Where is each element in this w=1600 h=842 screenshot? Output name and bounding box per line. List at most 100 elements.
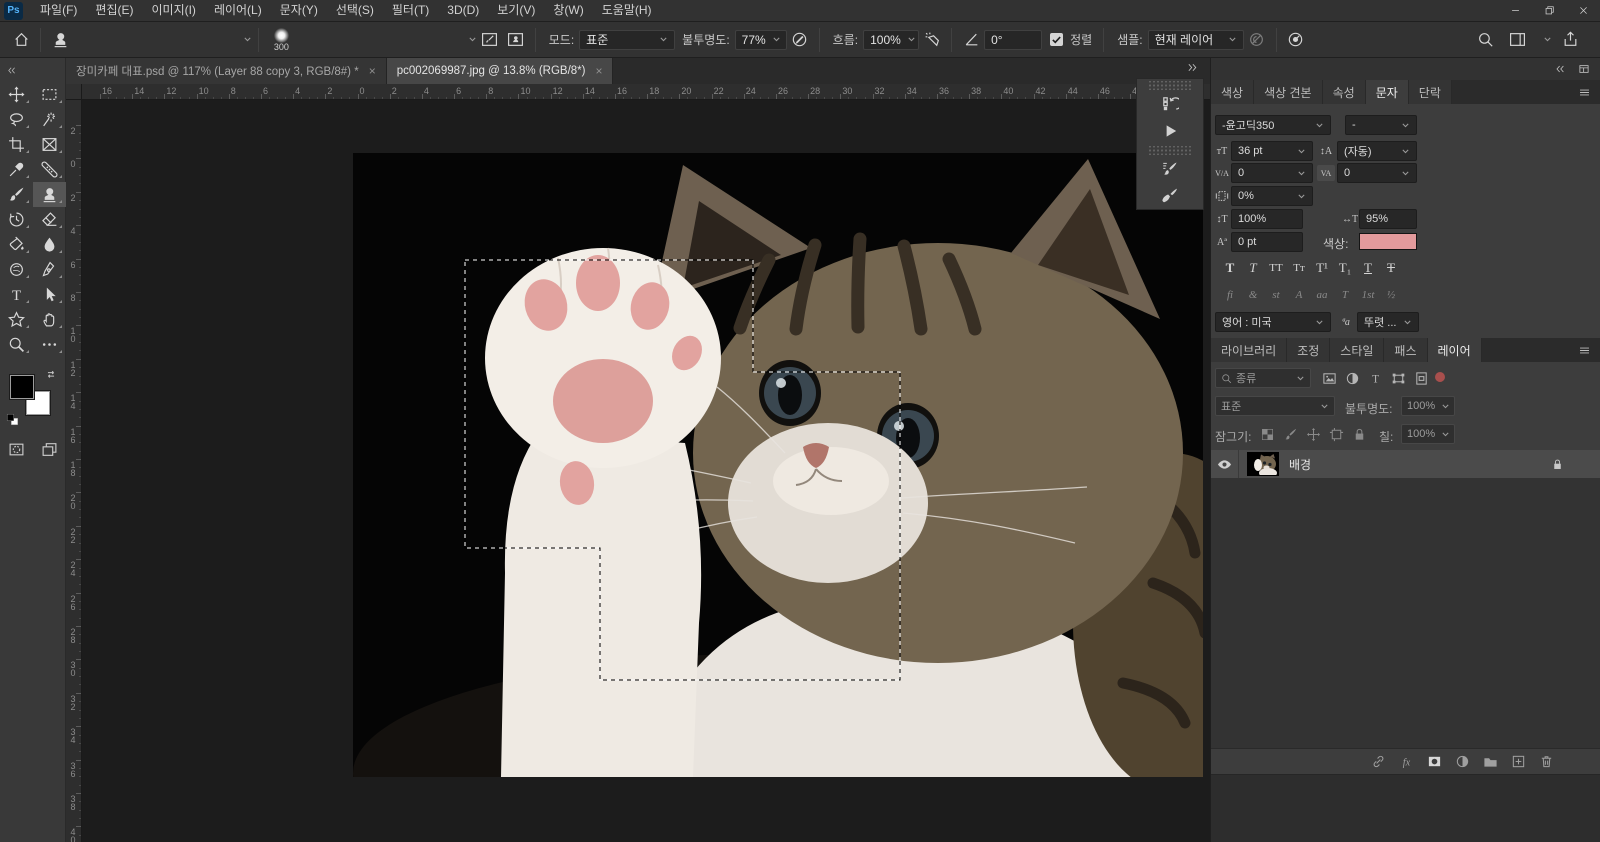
mode-select[interactable]: 표준: [579, 30, 675, 50]
tab-라이브러리[interactable]: 라이브러리: [1211, 338, 1287, 362]
menu-item-8[interactable]: 3D(D): [438, 3, 488, 17]
layer-opacity-field[interactable]: 100%: [1401, 396, 1455, 416]
quick-mask-icon[interactable]: [0, 437, 33, 461]
tab-단락[interactable]: 단락: [1409, 80, 1452, 104]
opacity-field[interactable]: 77%: [735, 30, 787, 50]
brushes-panel-icon[interactable]: [1137, 182, 1203, 209]
baseline-shift-field[interactable]: 0 pt: [1231, 232, 1303, 252]
contextual-alternates-button[interactable]: &: [1242, 285, 1264, 305]
tab-색상[interactable]: 색상: [1211, 80, 1254, 104]
history-brush-tool[interactable]: [0, 207, 33, 232]
swash-button[interactable]: A: [1288, 285, 1310, 305]
layer-filter-select[interactable]: 종류: [1215, 368, 1311, 388]
tab-스타일[interactable]: 스타일: [1330, 338, 1384, 362]
faux-bold-button[interactable]: T: [1219, 258, 1241, 278]
ligatures-button[interactable]: fi: [1219, 285, 1241, 305]
kerning-select[interactable]: 0: [1231, 163, 1313, 183]
toggle-brush-settings-icon[interactable]: [477, 27, 503, 53]
font-family-select[interactable]: -윤고딕350: [1215, 115, 1331, 135]
home-button[interactable]: [8, 27, 34, 53]
ignore-adjustment-layers-icon[interactable]: [1244, 27, 1270, 53]
selection-marquee[interactable]: [353, 153, 1203, 777]
all-caps-button[interactable]: TT: [1265, 258, 1287, 278]
filter-shape-icon[interactable]: [1388, 368, 1408, 388]
more-tools[interactable]: [33, 332, 66, 357]
filter-smart-icon[interactable]: [1411, 368, 1431, 388]
chevron-down-icon[interactable]: [237, 35, 252, 44]
language-select[interactable]: 영어 : 미국: [1215, 312, 1331, 332]
horizontal-ruler[interactable]: 1614121086420246810121416182022242628303…: [82, 84, 1210, 100]
underline-button[interactable]: T: [1357, 258, 1379, 278]
chevron-down-icon[interactable]: [462, 35, 477, 44]
filter-toggle-icon[interactable]: [1435, 372, 1445, 382]
brush-small-icon[interactable]: [1280, 424, 1300, 444]
panel-grip[interactable]: [1149, 81, 1191, 90]
hand-tool[interactable]: [33, 307, 66, 332]
default-colors-icon[interactable]: [6, 413, 19, 426]
tab-문자[interactable]: 문자: [1366, 80, 1409, 104]
small-caps-button[interactable]: Tᴛ: [1288, 258, 1310, 278]
new-layer-icon[interactable]: [1510, 754, 1526, 770]
tab-속성[interactable]: 속성: [1323, 80, 1366, 104]
panel-grip[interactable]: [1149, 146, 1191, 155]
tab-close-icon[interactable]: ×: [369, 65, 376, 77]
blur-tool[interactable]: [33, 232, 66, 257]
mask-icon[interactable]: [1426, 754, 1442, 770]
link-icon[interactable]: [1370, 754, 1386, 770]
tile-view-icon[interactable]: [1578, 63, 1590, 75]
filter-image-icon[interactable]: [1319, 368, 1339, 388]
path-select-tool[interactable]: [33, 282, 66, 307]
fractions-button[interactable]: ½: [1380, 285, 1402, 305]
align-checkbox[interactable]: [1050, 33, 1063, 46]
menu-item-10[interactable]: 창(W): [544, 3, 592, 17]
subscript-button[interactable]: T₁: [1334, 258, 1356, 278]
menu-item-11[interactable]: 도움말(H): [593, 3, 661, 17]
stylistic-alternates-button[interactable]: aa: [1311, 285, 1333, 305]
blend-mode-select[interactable]: 표준: [1215, 396, 1335, 416]
brush-preset-picker[interactable]: 300: [265, 28, 297, 52]
checker-icon[interactable]: [1257, 424, 1277, 444]
menu-item-4[interactable]: 레이어(L): [205, 3, 271, 17]
visibility-toggle[interactable]: [1211, 450, 1239, 478]
history-panel-icon[interactable]: [1137, 90, 1203, 117]
menu-item-9[interactable]: 보기(V): [488, 3, 544, 17]
trash-icon[interactable]: [1538, 754, 1554, 770]
leading-select[interactable]: (자동): [1337, 141, 1417, 161]
pressure-opacity-icon[interactable]: [787, 27, 813, 53]
collapse-toolbar-icon[interactable]: [0, 58, 65, 82]
horizontal-scale-field[interactable]: 95%: [1359, 209, 1417, 229]
restore-button[interactable]: [1532, 0, 1566, 21]
zoom-tool[interactable]: [0, 332, 33, 357]
vertical-scale-field[interactable]: 100%: [1231, 209, 1303, 229]
menu-item-6[interactable]: 선택(S): [327, 3, 383, 17]
search-icon[interactable]: [1473, 27, 1499, 53]
menu-item-2[interactable]: 편집(E): [86, 3, 142, 17]
chevron-down-icon[interactable]: [1537, 35, 1552, 44]
layer-row[interactable]: 배경: [1211, 450, 1600, 478]
move-tool[interactable]: [0, 82, 33, 107]
tab-close-icon[interactable]: ×: [595, 65, 602, 77]
tab-패스[interactable]: 패스: [1384, 338, 1427, 362]
toggle-clone-source-icon[interactable]: [503, 27, 529, 53]
minimize-button[interactable]: [1498, 0, 1532, 21]
panel-menu-icon[interactable]: [1578, 344, 1591, 357]
pressure-size-icon[interactable]: [1283, 27, 1309, 53]
ordinals-button[interactable]: 1st: [1357, 285, 1379, 305]
expand-panels-icon[interactable]: [1186, 61, 1199, 74]
gradient-tool[interactable]: [0, 232, 33, 257]
move-small-icon[interactable]: [1303, 424, 1323, 444]
adjust-icon[interactable]: [1454, 754, 1470, 770]
clone-stamp-tool[interactable]: [33, 182, 66, 207]
filter-adjust-icon[interactable]: [1342, 368, 1362, 388]
screen-mode-icon[interactable]: [33, 437, 66, 461]
font-size-select[interactable]: 36 pt: [1231, 141, 1313, 161]
eraser-tool[interactable]: [33, 207, 66, 232]
strikethrough-button[interactable]: T: [1380, 258, 1402, 278]
tab-색상 견본[interactable]: 색상 견본: [1254, 80, 1323, 104]
layer-thumbnail[interactable]: [1247, 452, 1279, 476]
lock-icon[interactable]: [1349, 424, 1369, 444]
menu-item-3[interactable]: 이미지(I): [142, 3, 204, 17]
faux-italic-button[interactable]: T: [1242, 258, 1264, 278]
sample-select[interactable]: 현재 레이어: [1148, 30, 1244, 50]
layer-fill-field[interactable]: 100%: [1401, 424, 1455, 444]
